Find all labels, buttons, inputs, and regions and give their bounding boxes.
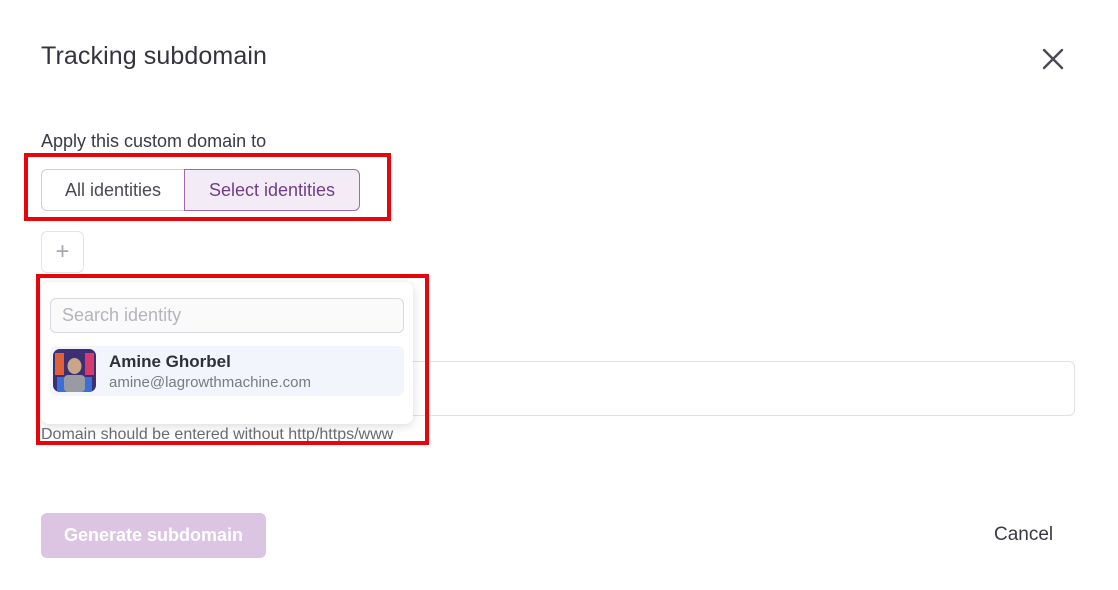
search-identity-input[interactable] bbox=[50, 298, 404, 333]
domain-input[interactable] bbox=[300, 361, 1075, 416]
apply-label: Apply this custom domain to bbox=[41, 131, 267, 151]
dialog-title: Tracking subdomain bbox=[41, 42, 267, 70]
plus-icon: + bbox=[55, 238, 70, 265]
avatar bbox=[53, 349, 96, 392]
all-identities-button[interactable]: All identities bbox=[41, 169, 184, 211]
close-icon[interactable] bbox=[1040, 46, 1066, 72]
identity-scope-toggle: All identities Select identities bbox=[41, 169, 360, 211]
select-identities-button[interactable]: Select identities bbox=[184, 169, 360, 211]
identity-list-item[interactable]: Amine Ghorbel amine@lagrowthmachine.com bbox=[50, 346, 404, 396]
domain-helper-text: Domain should be entered without http/ht… bbox=[41, 426, 394, 443]
identity-dropdown: Amine Ghorbel amine@lagrowthmachine.com bbox=[41, 282, 413, 424]
add-identity-button[interactable]: + bbox=[41, 231, 84, 273]
generate-subdomain-button[interactable]: Generate subdomain bbox=[41, 513, 266, 558]
identity-name: Amine Ghorbel bbox=[109, 352, 231, 371]
identity-email: amine@lagrowthmachine.com bbox=[109, 374, 311, 391]
cancel-button[interactable]: Cancel bbox=[994, 524, 1053, 546]
